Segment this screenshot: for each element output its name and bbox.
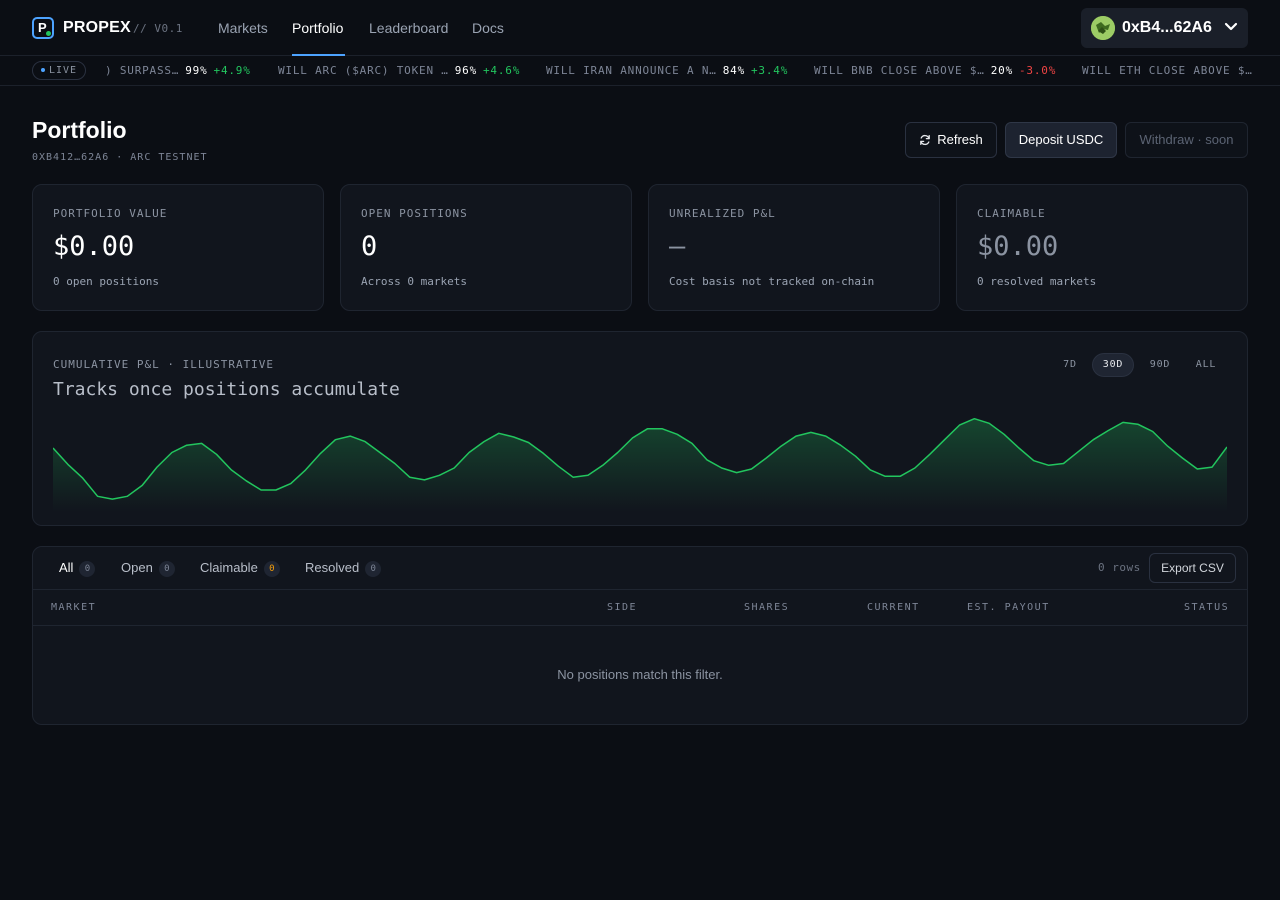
stat-note: 0 open positions <box>53 275 159 288</box>
stat-value: — <box>669 231 686 262</box>
stat-value: $0.00 <box>977 231 1059 262</box>
range-90d[interactable]: 90D <box>1143 353 1177 377</box>
ticker-item[interactable]: WILL ARC ($ARC) TOKEN … 96% +4.6% <box>278 64 520 77</box>
tab-count: 0 <box>79 561 96 577</box>
live-dot-icon <box>41 68 45 72</box>
column-header-est-payout[interactable]: EST. PAYOUT <box>967 602 1050 613</box>
live-badge: LIVE <box>32 61 87 80</box>
ticker-item[interactable]: WILL ETH CLOSE ABOVE $… <box>1082 64 1253 77</box>
wallet-address: 0xB4...62A6 <box>1122 19 1212 36</box>
stat-label: PORTFOLIO VALUE <box>53 207 168 220</box>
chart-title: Tracks once positions accumulate <box>53 379 400 400</box>
deposit-usdc-button[interactable]: Deposit USDC <box>1005 122 1117 158</box>
market-ticker: LIVE ) SURPASS… 99% +4.9% WILL ARC ($ARC) … <box>0 56 1280 86</box>
range-7d[interactable]: 7D <box>1055 353 1085 377</box>
chart-label: CUMULATIVE P&L · ILLUSTRATIVE <box>53 358 275 371</box>
empty-state-message: No positions match this filter. <box>557 667 723 682</box>
range-30d[interactable]: 30D <box>1092 353 1134 377</box>
stat-card-open-positions: OPEN POSITIONS 0 Across 0 markets <box>340 184 632 311</box>
withdraw-button: Withdraw · soon <box>1125 122 1248 158</box>
pnl-chart-card: CUMULATIVE P&L · ILLUSTRATIVE Tracks onc… <box>32 331 1248 526</box>
page-title: Portfolio <box>32 117 127 143</box>
column-header-shares[interactable]: SHARES <box>744 602 789 613</box>
column-header-status[interactable]: STATUS <box>1184 602 1229 613</box>
range-all[interactable]: ALL <box>1188 353 1224 377</box>
nav-link-portfolio[interactable]: Portfolio <box>292 20 343 36</box>
tab-all[interactable]: All 0 <box>59 560 96 577</box>
top-nav: P PROPEX // V0.1 Markets Portfolio Leade… <box>0 0 1280 56</box>
nav-link-docs[interactable]: Docs <box>472 20 504 36</box>
stat-value: 0 <box>361 231 378 262</box>
chevron-down-icon <box>1224 22 1238 31</box>
tab-claimable[interactable]: Claimable 0 <box>200 560 280 577</box>
stat-value: $0.00 <box>53 231 135 262</box>
divider <box>33 625 1247 626</box>
stat-card-claimable: CLAIMABLE $0.00 0 resolved markets <box>956 184 1248 311</box>
column-header-market[interactable]: MARKET <box>51 602 96 613</box>
export-csv-button[interactable]: Export CSV <box>1149 553 1236 583</box>
ticker-item[interactable]: ) SURPASS… 99% +4.9% <box>105 64 251 77</box>
stat-card-portfolio-value: PORTFOLIO VALUE $0.00 0 open positions <box>32 184 324 311</box>
stat-card-unrealized-pnl: UNREALIZED P&L — Cost basis not tracked … <box>648 184 940 311</box>
version-label: // V0.1 <box>133 22 183 35</box>
tab-count: 0 <box>158 561 175 577</box>
wallet-avatar-icon <box>1091 16 1115 40</box>
refresh-icon <box>920 134 931 145</box>
column-header-current[interactable]: CURRENT <box>867 602 920 613</box>
stat-label: UNREALIZED P&L <box>669 207 776 220</box>
wallet-button[interactable]: 0xB4...62A6 <box>1081 8 1248 48</box>
brand-name[interactable]: PROPEX <box>63 19 131 37</box>
stat-note: Cost basis not tracked on-chain <box>669 275 875 288</box>
ticker-item[interactable]: WILL IRAN ANNOUNCE A N… 84% +3.4% <box>546 64 788 77</box>
divider <box>33 589 1247 590</box>
tab-open[interactable]: Open 0 <box>121 560 175 577</box>
nav-link-leaderboard[interactable]: Leaderboard <box>369 20 448 36</box>
stat-note: Across 0 markets <box>361 275 467 288</box>
pnl-area-chart <box>53 417 1227 512</box>
stat-label: OPEN POSITIONS <box>361 207 468 220</box>
propex-logo-icon[interactable]: P <box>32 17 54 39</box>
rows-count: 0 rows <box>1098 561 1141 574</box>
stat-note: 0 resolved markets <box>977 275 1097 288</box>
tab-count: 0 <box>365 561 382 577</box>
ticker-item[interactable]: WILL BNB CLOSE ABOVE $… 20% -3.0% <box>814 64 1056 77</box>
stat-label: CLAIMABLE <box>977 207 1046 220</box>
column-header-side[interactable]: SIDE <box>607 602 637 613</box>
wallet-network-subtitle: 0XB412…62A6 · ARC TESTNET <box>32 152 208 163</box>
nav-link-markets[interactable]: Markets <box>218 20 268 36</box>
positions-table-card: All 0 Open 0 Claimable 0 Resolved 0 0 rows E… <box>32 546 1248 725</box>
tab-resolved[interactable]: Resolved 0 <box>305 560 382 577</box>
refresh-button[interactable]: Refresh <box>905 122 997 158</box>
tab-count: 0 <box>263 561 280 577</box>
